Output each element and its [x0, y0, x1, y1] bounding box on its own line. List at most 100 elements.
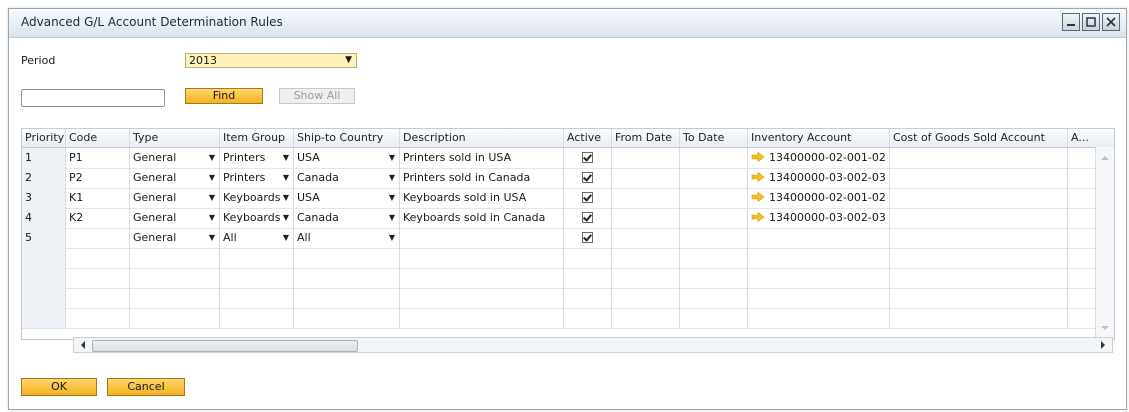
- description-cell[interactable]: [400, 228, 564, 248]
- inventory-account-cell[interactable]: 13400000-02-001-02: [748, 148, 890, 168]
- type-select[interactable]: General ▼: [130, 188, 220, 208]
- search-input[interactable]: [21, 89, 165, 107]
- table-row[interactable]: 5 General ▼ All ▼ All ▼: [22, 228, 1114, 249]
- table-row-empty[interactable]: [22, 288, 1114, 309]
- checkbox-checked-icon[interactable]: [582, 152, 593, 163]
- country-cell[interactable]: [294, 288, 400, 308]
- type-select[interactable]: General ▼: [130, 228, 220, 248]
- description-cell[interactable]: [400, 288, 564, 308]
- scroll-right-icon[interactable]: [1096, 338, 1110, 352]
- code-cell[interactable]: [66, 228, 130, 248]
- priority-cell[interactable]: 5: [22, 228, 66, 248]
- item-group-select[interactable]: Keyboards ▼: [220, 208, 294, 228]
- item-group-select[interactable]: Keyboards ▼: [220, 188, 294, 208]
- item-group-cell[interactable]: [220, 288, 294, 308]
- maximize-icon[interactable]: [1082, 13, 1100, 31]
- inventory-account-cell[interactable]: [748, 288, 890, 308]
- inventory-account-cell[interactable]: [748, 308, 890, 328]
- col-header-to-date[interactable]: To Date: [680, 129, 748, 147]
- country-select[interactable]: USA ▼: [294, 148, 400, 168]
- to-date-cell[interactable]: [680, 268, 748, 288]
- table-row[interactable]: 2 P2 General ▼ Printers ▼ Canada ▼ Printers…: [22, 168, 1114, 189]
- link-arrow-icon[interactable]: [751, 192, 765, 202]
- link-arrow-icon[interactable]: [751, 172, 765, 182]
- to-date-cell[interactable]: [680, 288, 748, 308]
- code-cell[interactable]: K2: [66, 208, 130, 228]
- cogs-account-cell[interactable]: [890, 248, 1068, 268]
- col-header-priority[interactable]: Priority: [22, 129, 66, 147]
- item-group-select[interactable]: All ▼: [220, 228, 294, 248]
- country-cell[interactable]: [294, 248, 400, 268]
- table-row[interactable]: 4 K2 General ▼ Keyboards ▼ Canada ▼ Keyboar…: [22, 208, 1114, 229]
- description-cell[interactable]: Keyboards sold in Canada: [400, 208, 564, 228]
- active-cell[interactable]: [564, 268, 612, 288]
- description-cell[interactable]: Printers sold in USA: [400, 148, 564, 168]
- cogs-account-cell[interactable]: [890, 268, 1068, 288]
- from-date-cell[interactable]: [612, 268, 680, 288]
- inventory-account-cell[interactable]: [748, 268, 890, 288]
- title-bar[interactable]: Advanced G/L Account Determination Rules: [9, 9, 1126, 38]
- checkbox-checked-icon[interactable]: [582, 212, 593, 223]
- priority-cell[interactable]: [22, 248, 66, 268]
- to-date-cell[interactable]: [680, 188, 748, 208]
- cogs-account-cell[interactable]: [890, 288, 1068, 308]
- active-cell[interactable]: [564, 188, 612, 208]
- checkbox-checked-icon[interactable]: [582, 232, 593, 243]
- to-date-cell[interactable]: [680, 168, 748, 188]
- table-row-empty[interactable]: [22, 308, 1114, 329]
- from-date-cell[interactable]: [612, 208, 680, 228]
- close-icon[interactable]: [1102, 13, 1120, 31]
- to-date-cell[interactable]: [680, 228, 748, 248]
- table-row-empty[interactable]: [22, 248, 1114, 269]
- scroll-down-icon[interactable]: [1096, 321, 1114, 335]
- description-cell[interactable]: Printers sold in Canada: [400, 168, 564, 188]
- from-date-cell[interactable]: [612, 148, 680, 168]
- item-group-cell[interactable]: [220, 248, 294, 268]
- col-header-type[interactable]: Type: [130, 129, 220, 147]
- item-group-select[interactable]: Printers ▼: [220, 148, 294, 168]
- horizontal-scrollbar[interactable]: [73, 337, 1113, 353]
- table-row-empty[interactable]: [22, 268, 1114, 289]
- table-row[interactable]: 3 K1 General ▼ Keyboards ▼ USA ▼ Keyboards …: [22, 188, 1114, 209]
- item-group-cell[interactable]: [220, 268, 294, 288]
- cogs-account-cell[interactable]: [890, 308, 1068, 328]
- scroll-thumb[interactable]: [92, 340, 358, 352]
- checkbox-checked-icon[interactable]: [582, 172, 593, 183]
- country-cell[interactable]: [294, 308, 400, 328]
- cogs-account-cell[interactable]: [890, 188, 1068, 208]
- country-select[interactable]: Canada ▼: [294, 208, 400, 228]
- code-cell[interactable]: [66, 248, 130, 268]
- ok-button[interactable]: OK: [21, 378, 97, 396]
- active-cell[interactable]: [564, 308, 612, 328]
- col-header-description[interactable]: Description: [400, 129, 564, 147]
- show-all-button[interactable]: Show All: [279, 88, 355, 104]
- country-cell[interactable]: [294, 268, 400, 288]
- from-date-cell[interactable]: [612, 168, 680, 188]
- col-header-active[interactable]: Active: [564, 129, 612, 147]
- active-cell[interactable]: [564, 208, 612, 228]
- priority-cell[interactable]: 2: [22, 168, 66, 188]
- type-cell[interactable]: [130, 288, 220, 308]
- priority-cell[interactable]: 3: [22, 188, 66, 208]
- from-date-cell[interactable]: [612, 288, 680, 308]
- col-header-code[interactable]: Code: [66, 129, 130, 147]
- table-row[interactable]: 1 P1 General ▼ Printers ▼ USA ▼ Printers so…: [22, 148, 1114, 169]
- priority-cell[interactable]: [22, 308, 66, 328]
- code-cell[interactable]: [66, 288, 130, 308]
- inventory-account-cell[interactable]: [748, 228, 890, 248]
- type-select[interactable]: General ▼: [130, 208, 220, 228]
- country-select[interactable]: All ▼: [294, 228, 400, 248]
- scroll-up-icon[interactable]: [1096, 151, 1114, 165]
- from-date-cell[interactable]: [612, 228, 680, 248]
- active-cell[interactable]: [564, 248, 612, 268]
- from-date-cell[interactable]: [612, 308, 680, 328]
- inventory-account-cell[interactable]: [748, 248, 890, 268]
- to-date-cell[interactable]: [680, 208, 748, 228]
- description-cell[interactable]: [400, 268, 564, 288]
- item-group-select[interactable]: Printers ▼: [220, 168, 294, 188]
- type-select[interactable]: General ▼: [130, 148, 220, 168]
- cogs-account-cell[interactable]: [890, 168, 1068, 188]
- col-header-ship-to-country[interactable]: Ship-to Country: [294, 129, 400, 147]
- description-cell[interactable]: [400, 248, 564, 268]
- period-select[interactable]: 2013 ▼: [185, 53, 357, 68]
